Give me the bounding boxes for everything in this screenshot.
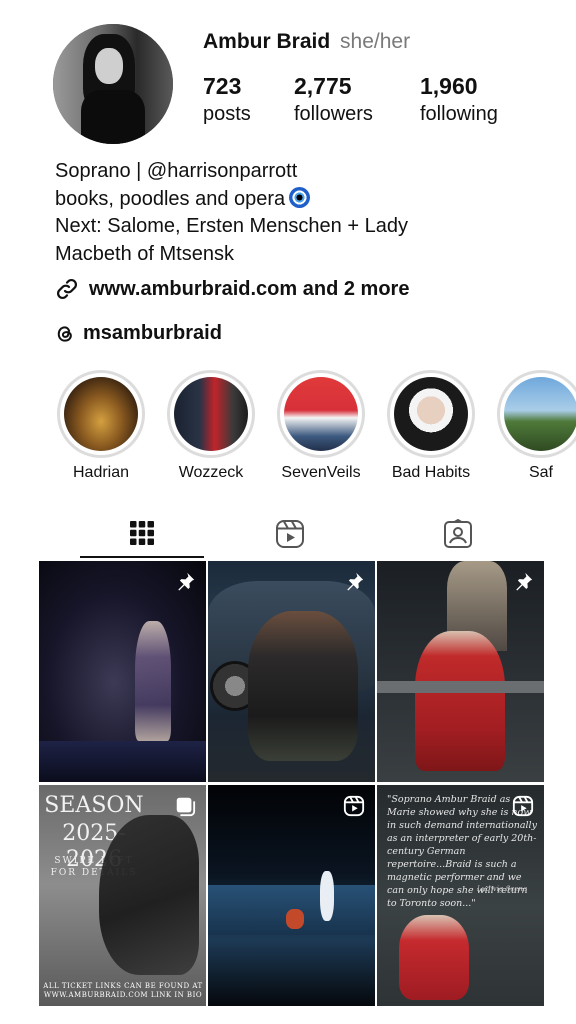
- performer-figure: [248, 611, 358, 761]
- profile-bio: Soprano | @harrisonparrott books, poodle…: [55, 158, 525, 268]
- posts-grid: SEASON 2025-2026 SWIPE LEFT FOR DETAILS …: [39, 561, 544, 1007]
- reel-icon: [512, 795, 534, 817]
- threads-link[interactable]: msamburbraid: [55, 322, 222, 345]
- highlight-ring: [57, 370, 145, 458]
- season-footer: ALL TICKET LINKS CAN BE FOUND AT WWW.AMB…: [43, 982, 203, 999]
- following-label: following: [420, 103, 498, 125]
- highlight-cover: [64, 377, 138, 451]
- tab-reels[interactable]: [206, 510, 374, 558]
- highlight-label: Wozzeck: [178, 464, 244, 480]
- profile-name: Ambur Braid: [203, 30, 331, 53]
- tab-tagged[interactable]: [374, 510, 542, 558]
- review-source: Ludwig Scena: [477, 885, 528, 893]
- bio-line-2: books, poodles and opera: [55, 187, 286, 210]
- post-4[interactable]: SEASON 2025-2026 SWIPE LEFT FOR DETAILS …: [39, 785, 206, 1006]
- post-5[interactable]: [208, 785, 375, 1006]
- posts-count: 723: [203, 73, 242, 99]
- highlight-label: Hadrian: [72, 464, 130, 480]
- pinned-icon: [516, 572, 533, 591]
- highlight-wozzeck[interactable]: Wozzeck: [161, 370, 261, 480]
- profile-avatar[interactable]: [53, 24, 173, 144]
- highlight-label: Saf: [528, 464, 553, 480]
- performer-white: [320, 871, 334, 921]
- profile-link[interactable]: www.amburbraid.com and 2 more: [55, 277, 409, 301]
- profile-pronouns: she/her: [340, 30, 411, 53]
- threads-icon: [57, 325, 72, 342]
- followers-count: 2,775: [294, 73, 352, 99]
- bio-line-1: Soprano | @harrisonparrott: [55, 160, 298, 182]
- highlight-ring: [387, 370, 475, 458]
- highlight-label: SevenVeils: [281, 464, 361, 480]
- red-dress-figure: [399, 915, 469, 1000]
- post-3[interactable]: [377, 561, 544, 782]
- dancer-figure: [99, 815, 199, 975]
- link-icon: [56, 278, 78, 300]
- story-highlights[interactable]: Hadrian Wozzeck SevenVeils Bad Habits Sa…: [0, 370, 576, 480]
- season-title-1: SEASON: [44, 793, 144, 818]
- bio-line-4: Macbeth of Mtsensk: [55, 242, 234, 265]
- following-stat[interactable]: 1,960 following: [420, 72, 498, 128]
- tab-posts-grid[interactable]: [80, 510, 204, 558]
- post-6[interactable]: "Soprano Ambur Braid as Marie showed why…: [377, 785, 544, 1006]
- bio-line-2-wrap: books, poodles and opera: [55, 186, 525, 214]
- performer-red: [286, 909, 304, 929]
- performer-figure: [135, 621, 171, 741]
- red-coat-figure: [415, 631, 505, 771]
- followers-stat[interactable]: 2,775 followers: [294, 72, 373, 128]
- highlight-label: Bad Habits: [391, 464, 471, 480]
- post-1[interactable]: [39, 561, 206, 782]
- tagged-icon: [444, 519, 472, 548]
- highlight-sevenveils[interactable]: SevenVeils: [271, 370, 371, 480]
- carousel-icon: [176, 797, 196, 817]
- highlight-ring: [277, 370, 365, 458]
- pinned-icon: [347, 572, 364, 591]
- evil-eye-emoji-icon: [289, 186, 311, 208]
- bench-shape: [377, 681, 544, 693]
- highlight-bad-habits[interactable]: Bad Habits: [381, 370, 481, 480]
- reels-icon: [276, 520, 304, 548]
- profile-tabs: [38, 510, 544, 560]
- profile-name-row: Ambur Braid she/her: [203, 30, 410, 54]
- followers-label: followers: [294, 103, 373, 125]
- highlight-ring: [167, 370, 255, 458]
- pinned-icon: [178, 572, 195, 591]
- bio-line-3: Next: Salome, Ersten Menschen + Lady: [55, 215, 408, 237]
- profile-link-text: www.amburbraid.com and 2 more: [89, 277, 410, 300]
- post-2[interactable]: [208, 561, 375, 782]
- posts-label: posts: [203, 103, 251, 125]
- highlight-cover: [394, 377, 468, 451]
- highlight-hadrian[interactable]: Hadrian: [51, 370, 151, 480]
- highlight-cover: [174, 377, 248, 451]
- highlight-cover: [284, 377, 358, 451]
- threads-handle: msamburbraid: [83, 322, 222, 344]
- grid-icon: [130, 521, 154, 545]
- highlight-saf[interactable]: Saf: [491, 370, 576, 480]
- reel-icon: [343, 795, 365, 817]
- stage-floor: [39, 741, 206, 782]
- highlight-cover: [504, 377, 576, 451]
- following-count: 1,960: [420, 73, 478, 99]
- posts-stat[interactable]: 723 posts: [203, 72, 251, 128]
- highlight-ring: [497, 370, 576, 458]
